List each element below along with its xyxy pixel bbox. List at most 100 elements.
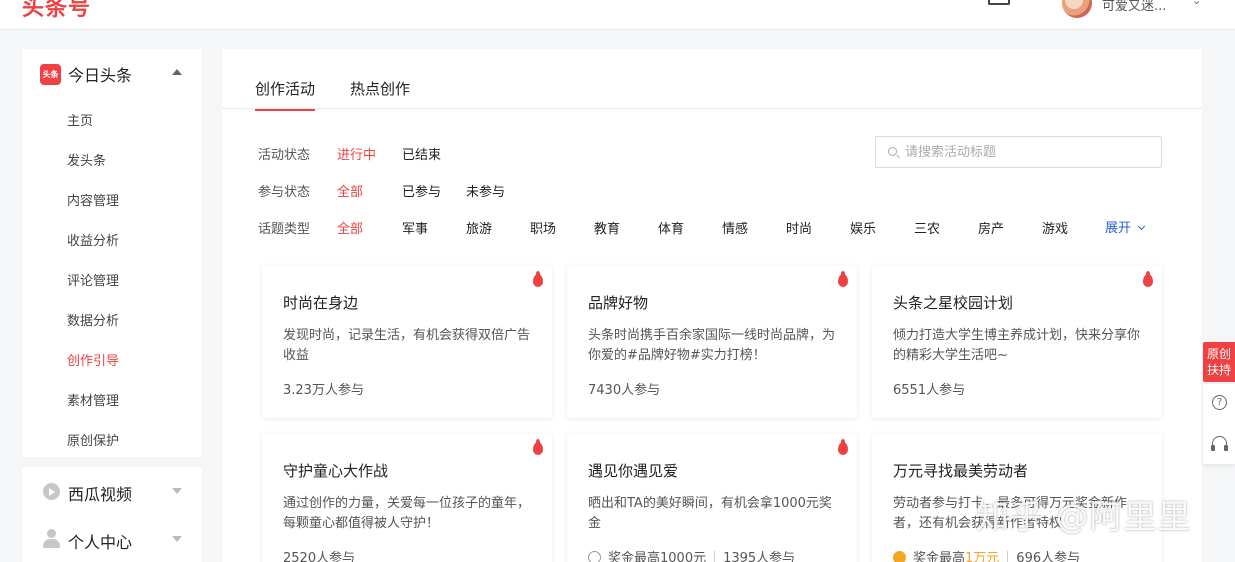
username[interactable]: 可爱又迷...	[1102, 0, 1166, 14]
card-prize-amount: 1万元	[965, 551, 1000, 562]
card-description: 通过创作的力量，关爱每一位孩子的童年，每颗童心都值得被人守护！	[283, 496, 531, 531]
app-logo[interactable]: 头条号	[22, 0, 91, 22]
section-label: 西瓜视频	[68, 485, 133, 504]
original-support-button[interactable]: 原创 扶持	[1203, 342, 1235, 382]
person-icon	[43, 529, 60, 548]
sidebar-item-revenue[interactable]: 收益分析	[67, 230, 119, 249]
divider	[714, 551, 716, 562]
sidebar-item-creation-guide[interactable]: 创作引导	[67, 350, 119, 369]
chevron-up-icon[interactable]	[172, 69, 182, 75]
user-avatar[interactable]	[1062, 0, 1092, 18]
filter-status-ended[interactable]: 已结束	[402, 144, 441, 163]
message-box-icon[interactable]	[988, 0, 1010, 5]
original-label-line-2: 扶持	[1206, 363, 1231, 377]
sidebar-item-content[interactable]: 内容管理	[67, 190, 119, 209]
section-label: 个人中心	[68, 533, 133, 552]
activity-card[interactable]: 遇见你遇见爱 晒出和TA的美好瞬间，有机会拿1000元奖金 奖金最高1000元 1…	[567, 433, 857, 562]
card-description: 倾力打造大学生博主养成计划，快来分享你的精彩大学生活吧~	[893, 328, 1141, 363]
sidebar-item-comments[interactable]: 评论管理	[67, 270, 119, 289]
chevron-down-icon	[172, 536, 182, 542]
fire-icon	[533, 439, 543, 455]
filter-topic-sports[interactable]: 体育	[658, 218, 684, 237]
fire-icon	[1143, 271, 1153, 287]
chevron-down-icon[interactable]: ⌄	[1192, 0, 1201, 7]
filter-topic-all[interactable]: 全部	[337, 218, 363, 237]
filter-participation-all[interactable]: 全部	[337, 181, 363, 200]
card-title: 万元寻找最美劳动者	[893, 462, 1029, 480]
expand-label: 展开	[1105, 221, 1132, 236]
card-participants: 696人参与	[1016, 551, 1081, 562]
help-icon[interactable]: ?	[1212, 395, 1227, 410]
card-participants: 7430人参与	[588, 383, 661, 398]
filter-topic-agriculture[interactable]: 三农	[914, 218, 940, 237]
activity-card[interactable]: 品牌好物 头条时尚携手百余家国际一线时尚品牌，为你爱的#品牌好物#实力打榜！ 7…	[567, 265, 857, 418]
original-label-line-1: 原创	[1206, 347, 1231, 361]
watermark: 知乎 @阿里里	[976, 497, 1192, 536]
fire-icon	[838, 271, 848, 287]
activity-card[interactable]: 时尚在身边 发现时尚，记录生活，有机会获得双倍广告收益 3.23万人参与	[262, 265, 552, 418]
card-description: 晒出和TA的美好瞬间，有机会拿1000元奖金	[588, 496, 832, 531]
headset-icon[interactable]	[1211, 436, 1228, 451]
filter-topic-education[interactable]: 教育	[594, 218, 620, 237]
toutiao-logo-icon: 头条	[40, 63, 61, 85]
activity-card[interactable]: 头条之星校园计划 倾力打造大学生博主养成计划，快来分享你的精彩大学生活吧~ 65…	[872, 265, 1162, 418]
prize-coin-icon	[893, 551, 906, 562]
filter-participation-not-joined[interactable]: 未参与	[466, 181, 505, 200]
card-prize-prefix: 奖金最高	[913, 551, 966, 562]
fire-icon	[838, 439, 848, 455]
filter-topic-games[interactable]: 游戏	[1042, 218, 1068, 237]
chevron-down-icon	[1137, 222, 1146, 231]
sidebar-toutiao: 头条 今日头条 主页 发头条 内容管理 收益分析 评论管理 数据分析 创作引导 …	[22, 49, 202, 457]
sidebar-item-home[interactable]: 主页	[67, 110, 93, 129]
card-title: 守护童心大作战	[283, 462, 389, 480]
search-icon	[888, 147, 897, 156]
sidebar-item-analytics[interactable]: 数据分析	[67, 310, 119, 329]
prize-coin-icon	[588, 551, 601, 562]
card-footer: 奖金最高1000元 1395人参与	[588, 547, 795, 562]
activity-search[interactable]	[875, 136, 1162, 168]
top-header: 头条号 可爱又迷... ⌄	[0, 0, 1235, 30]
search-input[interactable]	[905, 141, 1150, 163]
card-title: 时尚在身边	[283, 294, 359, 312]
sidebar-section-profile[interactable]: 个人中心	[22, 515, 202, 562]
filter-topic-military[interactable]: 军事	[402, 218, 428, 237]
float-toolbar: ?	[1203, 384, 1235, 464]
filter-topic-realestate[interactable]: 房产	[978, 218, 1004, 237]
tab-bar: 创作活动 热点创作	[222, 49, 1202, 111]
filter-participation-joined[interactable]: 已参与	[402, 181, 441, 200]
filter-label-status: 活动状态	[258, 148, 311, 163]
filter-topic-workplace[interactable]: 职场	[530, 218, 556, 237]
sidebar-section-xigua[interactable]: 西瓜视频	[22, 467, 202, 515]
divider	[1007, 551, 1009, 562]
sidebar-title: 今日头条	[68, 66, 133, 85]
activity-card[interactable]: 守护童心大作战 通过创作的力量，关爱每一位孩子的童年，每颗童心都值得被人守护！ …	[262, 433, 552, 562]
card-participants: 6551人参与	[893, 383, 966, 398]
filter-topic-emotion[interactable]: 情感	[722, 218, 748, 237]
sidebar-item-original[interactable]: 原创保护	[67, 430, 119, 449]
card-title: 遇见你遇见爱	[588, 462, 679, 480]
chevron-down-icon	[172, 488, 182, 494]
card-title: 品牌好物	[588, 294, 649, 312]
card-description: 发现时尚，记录生活，有机会获得双倍广告收益	[283, 328, 531, 363]
card-prize: 奖金最高1000元	[608, 551, 707, 562]
expand-topics-button[interactable]: 展开	[1105, 217, 1146, 236]
card-participants: 1395人参与	[723, 551, 796, 562]
video-icon	[43, 483, 60, 500]
filter-status-ongoing[interactable]: 进行中	[337, 144, 376, 163]
card-footer: 奖金最高1万元 696人参与	[893, 547, 1080, 562]
tab-hot-creation[interactable]: 热点创作	[350, 78, 410, 109]
filter-topic-travel[interactable]: 旅游	[466, 218, 492, 237]
tab-creation-activities[interactable]: 创作活动	[255, 78, 316, 111]
card-description: 头条时尚携手百余家国际一线时尚品牌，为你爱的#品牌好物#实力打榜！	[588, 328, 836, 363]
filter-topic-fashion[interactable]: 时尚	[786, 218, 812, 237]
sidebar-item-publish[interactable]: 发头条	[67, 150, 106, 169]
main-panel: 创作活动 热点创作 活动状态 进行中 已结束 参与状态 全部 已参与 未参与 话…	[222, 49, 1202, 562]
card-title: 头条之星校园计划	[893, 294, 1014, 312]
sidebar-item-materials[interactable]: 素材管理	[67, 390, 119, 409]
fire-icon	[533, 271, 543, 287]
sidebar-header[interactable]: 头条 今日头条	[40, 63, 132, 85]
filter-label-topic: 话题类型	[258, 222, 311, 237]
filter-topic-entertainment[interactable]: 娱乐	[850, 218, 876, 237]
card-participants: 3.23万人参与	[283, 383, 364, 398]
filter-label-participation: 参与状态	[258, 185, 311, 200]
